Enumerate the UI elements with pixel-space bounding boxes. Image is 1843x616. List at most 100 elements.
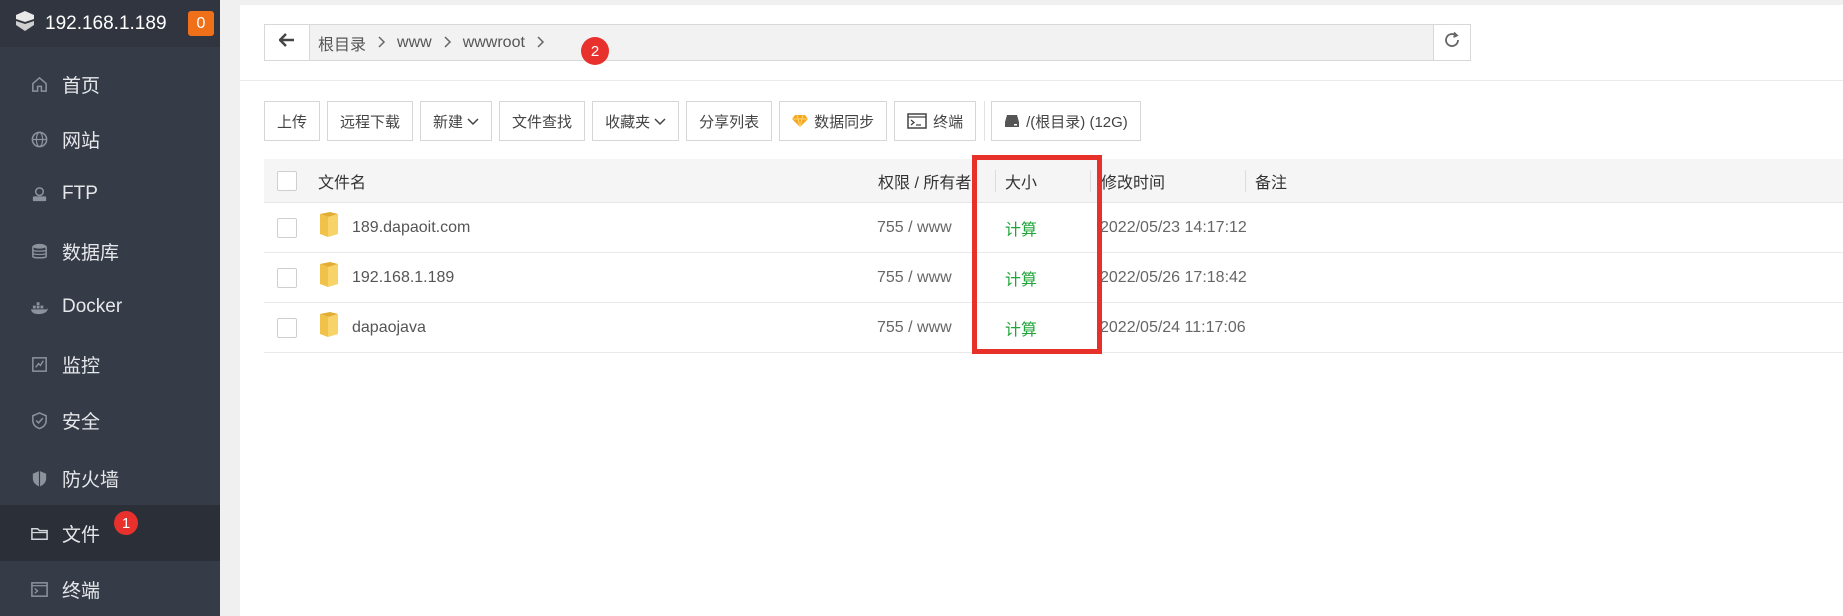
sidebar-item-label: Docker [62,296,123,317]
column-divider [1245,170,1246,192]
table-row[interactable]: dapaojava 755 / www 计算 2022/05/24 11:17:… [264,303,1843,353]
path-bar[interactable]: 根目录 www wwwroot [264,24,1471,61]
disk-button[interactable]: /(根目录) (12G) [991,101,1141,141]
sidebar-item-docker[interactable]: Docker [0,279,220,335]
terminal-button[interactable]: 终端 [894,101,977,141]
breadcrumb-www[interactable]: www [397,34,432,52]
new-button[interactable]: 新建 [420,101,493,141]
remote-download-button[interactable]: 远程下载 [327,101,414,141]
docker-icon [29,297,49,317]
table-header: 文件名 权限 / 所有者 大小 修改时间 备注 [264,159,1843,203]
ftp-icon [29,184,49,204]
column-divider [995,170,996,192]
sidebar-item-label: 终端 [62,580,101,602]
file-permission[interactable]: 755 / www [877,253,952,302]
folder-icon [318,212,352,243]
sidebar-item-ftp[interactable]: FTP [0,166,220,222]
sidebar-item-label: 文件 [62,524,101,546]
toolbar: 上传 远程下载 新建 文件查找 收藏夹 分享列表 数据同步 终端 /(根目录) … [264,101,1148,141]
toolbar-divider [984,101,986,141]
monitor-icon [29,354,49,374]
file-modified-time: 2022/05/24 11:17:06 [1100,318,1246,336]
sidebar-item-monitor[interactable]: 监控 [0,336,220,392]
arrow-left-icon [278,33,295,52]
disk-icon [1004,114,1020,128]
sidebar-item-label: 监控 [62,355,101,377]
step-badge: 1 [114,511,138,535]
sidebar-item-home[interactable]: 首页 [0,56,220,112]
file-manager-panel: 根目录 www wwwroot 2 上传 远程下载 新建 文件查找 收藏夹 分享… [240,5,1843,616]
breadcrumb-wwwroot[interactable]: wwwroot [463,34,525,52]
file-table: 文件名 权限 / 所有者 大小 修改时间 备注 189.dapaoit.com … [264,159,1843,353]
header-size[interactable]: 大小 [1005,159,1037,202]
sidebar-item-firewall[interactable]: 防火墙 [0,450,220,506]
back-button[interactable] [265,25,310,60]
file-size-calc[interactable]: 计算 [1005,303,1037,352]
file-name[interactable]: 189.dapaoit.com [352,219,470,237]
chevron-right-icon [537,35,545,51]
favorites-button[interactable]: 收藏夹 [592,101,680,141]
header-permission[interactable]: 权限 / 所有者 [878,159,971,202]
sidebar: 192.168.1.189 0 首页 网站 FTP 数据库 Docker 监控 … [0,0,220,616]
new-button-label: 新建 [433,113,464,131]
chevron-right-icon [444,35,452,51]
column-divider [1090,170,1091,192]
sidebar-item-files[interactable]: 文件 1 [0,505,220,561]
terminal-icon [907,113,927,129]
sidebar-item-label: 网站 [62,130,101,152]
row-checkbox[interactable] [277,317,297,338]
file-name[interactable]: 192.168.1.189 [352,269,454,287]
file-permission[interactable]: 755 / www [877,203,952,252]
file-size-calc[interactable]: 计算 [1005,253,1037,302]
folder-icon [29,523,49,543]
header-filename[interactable]: 文件名 [318,159,366,202]
step-badge: 2 [581,37,609,65]
file-permission[interactable]: 755 / www [877,303,952,352]
sidebar-item-security[interactable]: 安全 [0,392,220,448]
select-all-checkbox[interactable] [277,170,297,191]
row-checkbox[interactable] [277,217,297,238]
firewall-icon [29,468,49,488]
globe-icon [29,129,49,149]
notification-badge[interactable]: 0 [188,11,214,36]
file-modified-time: 2022/05/26 17:18:42 [1100,268,1247,286]
chevron-right-icon [378,35,386,51]
file-search-button[interactable]: 文件查找 [499,101,586,141]
share-list-button[interactable]: 分享列表 [686,101,773,141]
sidebar-item-label: 安全 [62,411,101,433]
refresh-icon [1443,31,1461,54]
data-sync-label: 数据同步 [814,113,875,131]
server-brand[interactable]: 192.168.1.189 0 [0,0,220,47]
folder-icon [318,312,352,343]
sidebar-item-database[interactable]: 数据库 [0,223,220,279]
chevron-down-icon [467,113,479,130]
table-row[interactable]: 192.168.1.189 755 / www 计算 2022/05/26 17… [264,253,1843,303]
sidebar-item-label: FTP [62,183,98,204]
sidebar-item-label: 数据库 [62,242,120,264]
breadcrumb-root[interactable]: 根目录 [318,31,366,55]
upload-button[interactable]: 上传 [264,101,321,141]
row-checkbox[interactable] [277,267,297,288]
favorites-button-label: 收藏夹 [605,113,651,131]
server-ip: 192.168.1.189 [45,12,167,34]
header-modified-time[interactable]: 修改时间 [1101,159,1165,202]
server-logo-icon [14,10,36,37]
diamond-icon [792,114,809,128]
file-name[interactable]: dapaojava [352,319,426,337]
sidebar-item-label: 防火墙 [62,469,120,491]
file-modified-time: 2022/05/23 14:17:12 [1100,218,1247,236]
chevron-down-icon [654,113,666,130]
divider [240,80,1843,81]
shield-icon [29,410,49,430]
refresh-button[interactable] [1433,24,1471,61]
data-sync-button[interactable]: 数据同步 [779,101,888,141]
home-icon [29,74,49,94]
header-note[interactable]: 备注 [1255,159,1287,202]
sidebar-item-terminal[interactable]: 终端 [0,561,220,616]
table-row[interactable]: 189.dapaoit.com 755 / www 计算 2022/05/23 … [264,203,1843,253]
disk-label: /(根目录) (12G) [1026,113,1128,131]
terminal-icon [29,579,49,599]
folder-icon [318,262,352,293]
sidebar-item-website[interactable]: 网站 [0,111,220,167]
file-size-calc[interactable]: 计算 [1005,203,1037,252]
